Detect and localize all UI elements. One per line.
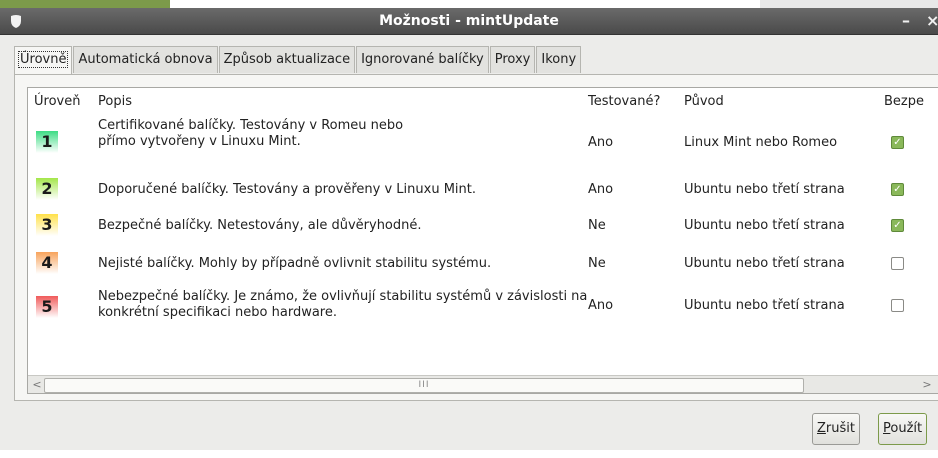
tab-ignored-packages[interactable]: Ignorované balíčky [356, 46, 489, 73]
safe-checkbox-checked[interactable]: ✓ [891, 183, 904, 196]
row-origin: Ubuntu nebo třetí strana [684, 182, 845, 197]
horizontal-scrollbar[interactable]: < III > [28, 375, 938, 393]
tab-proxy[interactable]: Proxy [489, 46, 536, 73]
safe-checkbox[interactable] [891, 299, 904, 312]
apply-button[interactable]: Použít [878, 413, 928, 445]
table-row[interactable]: 1 Certifikované balíčky. Testovány v Rom… [28, 114, 938, 172]
column-header-tested[interactable]: Testované? [588, 94, 660, 109]
row-description: Nebezpečné balíčky. Je známo, že ovlivňu… [98, 289, 588, 320]
desktop-background [760, 0, 938, 8]
level-badge: 3 [36, 214, 58, 236]
safe-checkbox[interactable] [891, 257, 904, 270]
preferences-dialog: Úrovně Automatická obnova Způsob aktuali… [0, 35, 938, 450]
tab-auto-refresh[interactable]: Automatická obnova [73, 46, 218, 73]
row-description: Certifikované balíčky. Testovány v Romeu… [98, 118, 404, 149]
levels-panel: Úroveň Popis Testované? Původ Bezpe 1 Ce… [14, 74, 938, 401]
row-tested: Ano [588, 298, 614, 313]
level-badge: 5 [36, 296, 58, 318]
row-tested: Ano [588, 135, 614, 150]
cancel-label: rušit [825, 421, 855, 436]
level-badge: 1 [36, 131, 58, 153]
desktop-background [0, 0, 170, 8]
row-origin: Linux Mint nebo Romeo [684, 135, 838, 150]
title-bar[interactable]: Možnosti - mintUpdate – × [0, 8, 938, 35]
tab-bar: Úrovně Automatická obnova Způsob aktuali… [14, 46, 582, 74]
tab-update-method[interactable]: Způsob aktualizace [218, 46, 356, 73]
column-header-level[interactable]: Úroveň [34, 94, 80, 109]
row-origin: Ubuntu nebo třetí strana [684, 298, 845, 313]
tab-icons[interactable]: Ikony [536, 46, 582, 73]
level-badge: 4 [36, 252, 58, 274]
row-description: Doporučené balíčky. Testovány a prověřen… [98, 182, 477, 197]
row-origin: Ubuntu nebo třetí strana [684, 218, 845, 233]
column-header-origin[interactable]: Původ [684, 94, 724, 109]
apply-label: oužít [890, 421, 923, 436]
scroll-left-button[interactable]: < [30, 378, 44, 392]
row-description: Nejisté balíčky. Mohly by případně ovliv… [98, 256, 492, 271]
close-button[interactable]: × [926, 11, 938, 30]
table-row[interactable]: 3 Bezpečné balíčky. Netestovány, ale dův… [28, 208, 938, 244]
cancel-button[interactable]: Zrušit [812, 413, 860, 445]
row-tested: Ne [588, 218, 606, 233]
safe-checkbox-checked[interactable]: ✓ [891, 136, 904, 149]
column-header-description[interactable]: Popis [98, 94, 132, 109]
cancel-mnemonic: Z [817, 421, 826, 436]
column-header-safe[interactable]: Bezpe [884, 94, 924, 109]
table-row[interactable]: 4 Nejisté balíčky. Mohly by případně ovl… [28, 244, 938, 282]
minimize-button[interactable]: – [902, 11, 910, 30]
row-origin: Ubuntu nebo třetí strana [684, 256, 845, 271]
table-row[interactable]: 2 Doporučené balíčky. Testovány a prověř… [28, 172, 938, 208]
row-tested: Ne [588, 256, 606, 271]
level-badge: 2 [36, 178, 58, 200]
table-row[interactable]: 5 Nebezpečné balíčky. Je známo, že ovliv… [28, 284, 938, 332]
scrollbar-thumb[interactable]: III [44, 378, 804, 393]
safe-checkbox-checked[interactable]: ✓ [891, 219, 904, 232]
row-description: Bezpečné balíčky. Netestovány, ale důvěr… [98, 218, 422, 233]
row-tested: Ano [588, 182, 614, 197]
tab-levels[interactable]: Úrovně [14, 46, 73, 74]
levels-table[interactable]: Úroveň Popis Testované? Původ Bezpe 1 Ce… [27, 87, 938, 394]
window-title: Možnosti - mintUpdate [379, 13, 559, 29]
scroll-right-button[interactable]: > [920, 378, 934, 392]
